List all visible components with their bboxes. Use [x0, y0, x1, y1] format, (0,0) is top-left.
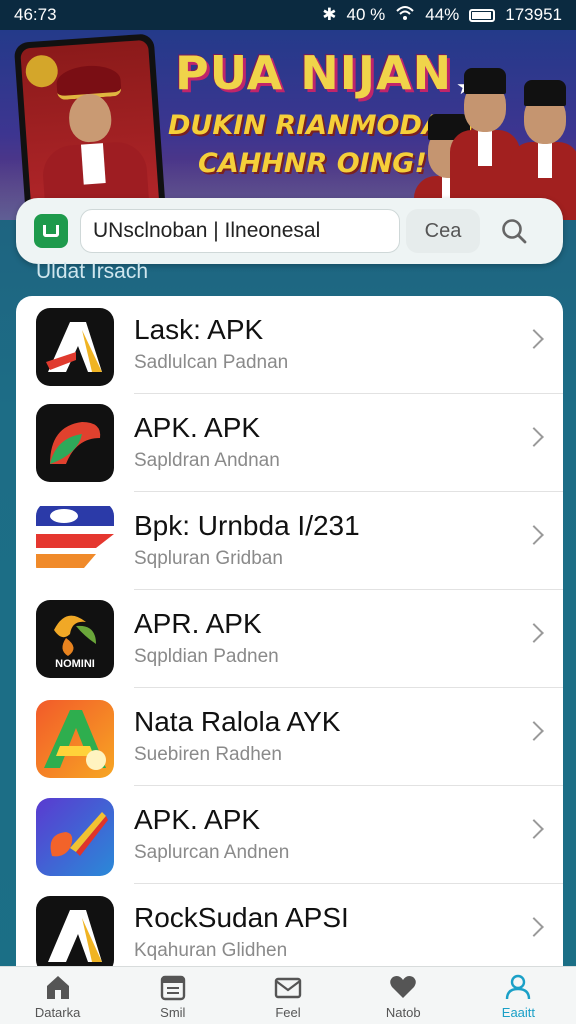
app-title: Lask: APK: [134, 314, 264, 345]
banner-subtitle: DUKIN RIANMODAON: [168, 110, 488, 141]
app-title: APK. APK: [134, 804, 261, 835]
signal-text: 40 %: [346, 5, 386, 24]
app-subtitle: Sqpldian Padnen: [134, 646, 279, 667]
chevron-right-icon: [524, 525, 544, 545]
nomini-logo-icon: NOMINI: [36, 600, 114, 678]
user-icon: [506, 974, 531, 1000]
app-title: RockSudan APSI: [134, 902, 349, 933]
home-icon: [46, 976, 69, 999]
tab-label: Feel: [275, 1005, 301, 1020]
section-label: Uldat Irsach: [36, 260, 149, 283]
app-list: Lask: APK Sadlulcan Padnan APK. APK Sapl…: [16, 296, 563, 968]
battery-percent: 44%: [425, 5, 460, 24]
stripes-logo-icon: [36, 502, 114, 580]
app-subtitle: Kqahuran Glidhen: [134, 940, 288, 961]
tab-label: Smil: [160, 1005, 186, 1020]
app-title: Bpk: Urnbda I/231: [134, 510, 360, 541]
chevron-right-icon: [524, 623, 544, 643]
banner-title: PUA NIJAN: [175, 46, 453, 100]
app-title: APK. APK: [134, 412, 261, 443]
battery-icon: [469, 8, 496, 22]
mail-icon: [274, 977, 302, 999]
bluetooth-icon: ✱: [322, 5, 337, 24]
search-icon[interactable]: [492, 209, 536, 253]
banner-phone-image: [13, 33, 167, 220]
chevron-right-icon: [524, 721, 544, 741]
status-time: 46:73: [14, 5, 57, 24]
icon-label: NOMINI: [55, 658, 95, 670]
calendar-icon: [160, 975, 185, 1001]
search-bar: Cea: [16, 198, 563, 264]
rock-logo-icon: [36, 896, 114, 968]
heart-icon: [390, 976, 416, 998]
app-title: Nata Ralola AYK: [134, 706, 341, 737]
app-subtitle: Sadlulcan Padnan: [134, 352, 289, 373]
app-subtitle: Sqpluran Gridban: [134, 548, 283, 569]
chevron-right-icon: [524, 329, 544, 349]
app-subtitle: Sapldran Andnan: [134, 450, 280, 471]
tab-label: Natob: [385, 1005, 421, 1020]
list-item[interactable]: NOMINI APR. APK Sqpldian Padnen: [16, 590, 563, 688]
status-indicators: ✱ 40 % 44% 173951: [322, 5, 562, 26]
chevron-right-icon: [524, 427, 544, 447]
brush-logo-icon: [36, 798, 114, 876]
tab-home[interactable]: Datarka: [0, 967, 115, 1024]
tab-label: Eaaitt: [501, 1005, 536, 1020]
bottom-tab-bar: Datarka Smil Feel Natob Eaaitt: [0, 966, 576, 1024]
app-subtitle: Saplurcan Andnen: [134, 842, 290, 863]
status-clock: 173951: [505, 5, 562, 24]
list-item[interactable]: APK. APK Saplurcan Andnen: [16, 786, 563, 884]
rainbow-a-logo-icon: [36, 700, 114, 778]
app-subtitle: Suebiren Radhen: [134, 744, 282, 765]
store-logo-icon: [34, 214, 68, 248]
promo-banner[interactable]: PUA NIJAN DUKIN RIANMODAON CAHHNR OING! …: [0, 30, 576, 220]
chevron-right-icon: [524, 819, 544, 839]
crest-icon: [24, 54, 59, 89]
search-button[interactable]: Cea: [406, 209, 480, 253]
tab-profile[interactable]: Eaaitt: [461, 967, 576, 1024]
wifi-icon: [395, 5, 415, 26]
chevron-right-icon: [524, 917, 544, 937]
list-item[interactable]: RockSudan APSI Kqahuran Glidhen: [16, 884, 563, 968]
status-bar: 46:73 ✱ 40 % 44% 173951: [0, 0, 576, 30]
app-title: APR. APK: [134, 608, 262, 639]
tab-favorites[interactable]: Natob: [346, 967, 461, 1024]
banner-tagline: CAHHNR OING!: [198, 148, 427, 179]
list-item[interactable]: Bpk: Urnbda I/231 Sqpluran Gridban: [16, 492, 563, 590]
a-logo-icon: [36, 308, 114, 386]
list-item[interactable]: Nata Ralola AYK Suebiren Radhen: [16, 688, 563, 786]
search-input[interactable]: [80, 209, 400, 253]
tab-mail[interactable]: Feel: [230, 967, 345, 1024]
tab-calendar[interactable]: Smil: [115, 967, 230, 1024]
list-item[interactable]: APK. APK Sapldran Andnan: [16, 394, 563, 492]
list-item[interactable]: Lask: APK Sadlulcan Padnan: [16, 296, 563, 394]
leaf-logo-icon: [36, 404, 114, 482]
tab-label: Datarka: [34, 1005, 81, 1020]
